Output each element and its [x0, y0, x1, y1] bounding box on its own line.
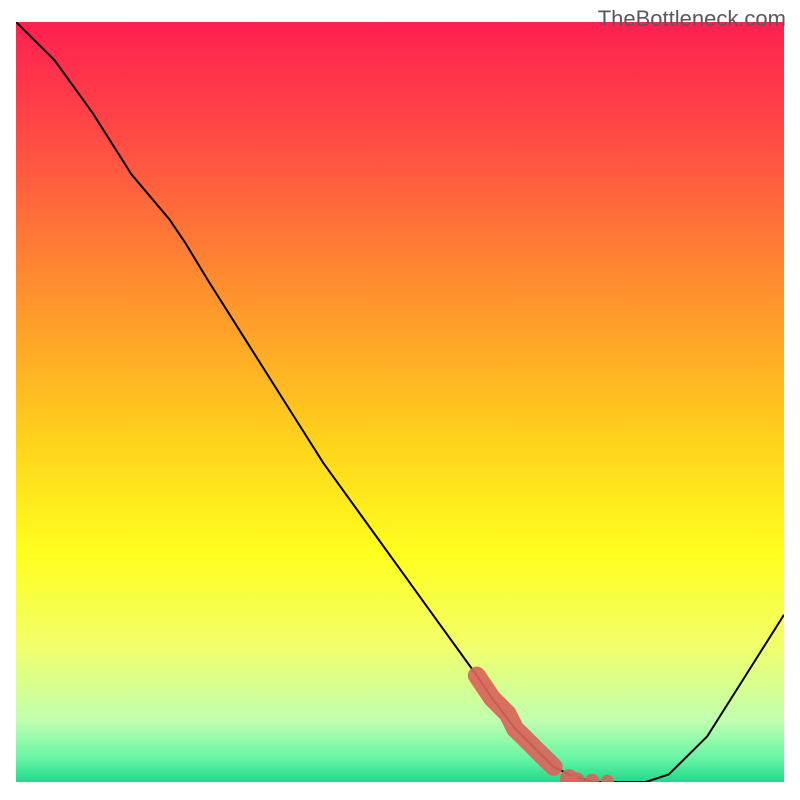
- watermark-text: TheBottleneck.com: [598, 6, 786, 32]
- chart-svg: [16, 22, 784, 782]
- chart-container: TheBottleneck.com: [0, 0, 800, 800]
- gradient-background: [16, 22, 784, 782]
- chart-area: [16, 22, 784, 782]
